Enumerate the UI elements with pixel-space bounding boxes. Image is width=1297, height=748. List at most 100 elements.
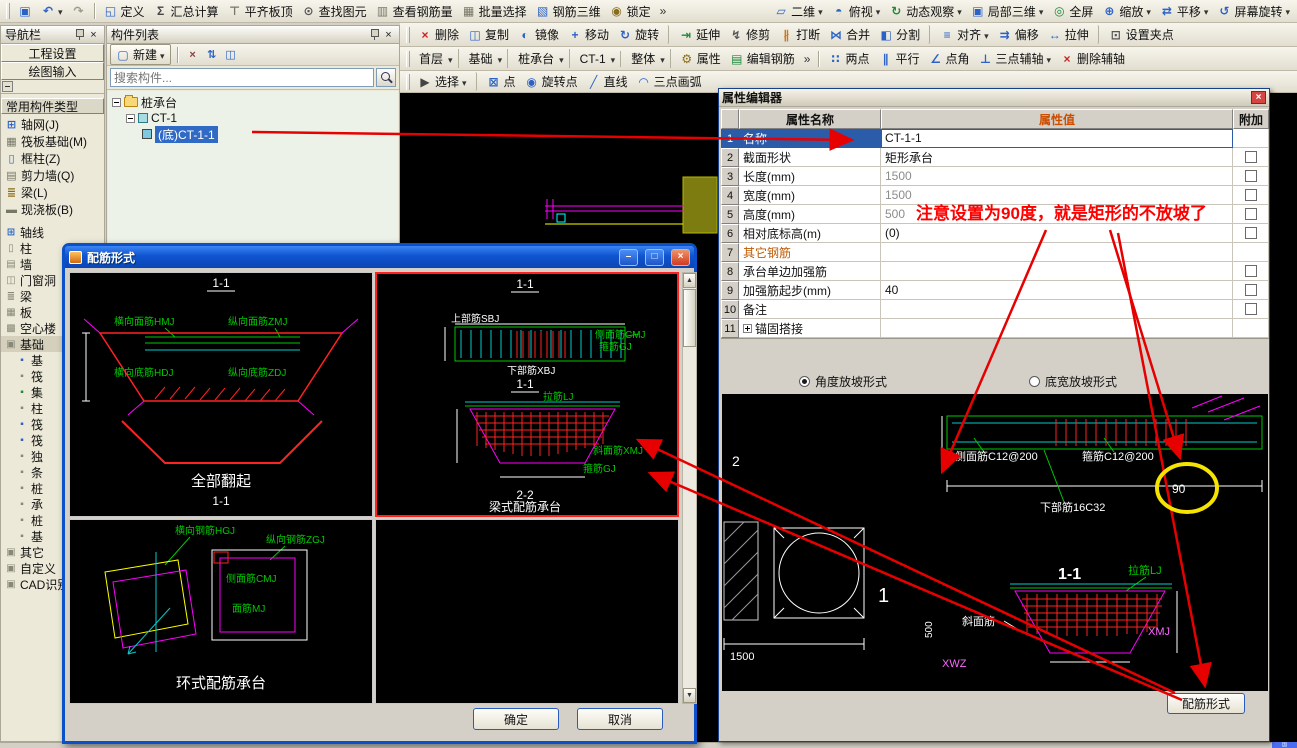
type-combo[interactable]: 桩承台 (513, 49, 570, 68)
overflow-chevron[interactable]: » (656, 4, 671, 18)
dropdown-arrow-icon[interactable] (660, 52, 665, 66)
rebar-style-option-beam-selected[interactable]: 1-1 上部筋SBJ 侧面筋CMJ 箍筋GJ 下部筋XBJ 1-1 拉筋LJ 斜… (375, 272, 679, 517)
property-value-cell[interactable] (881, 243, 1233, 262)
dropdown-arrow-icon[interactable] (448, 52, 453, 66)
category-combo[interactable]: 基础 (464, 49, 509, 68)
property-value-cell[interactable]: 1500 (881, 186, 1233, 205)
close-icon[interactable] (87, 29, 100, 41)
properties-button[interactable]: ⚙ 属性 (676, 49, 725, 68)
pin-icon[interactable] (370, 29, 379, 40)
dropdown-arrow-icon[interactable] (1285, 4, 1290, 18)
extend-button[interactable]: ⇥ 延伸 (675, 25, 724, 44)
sort-components-icon[interactable]: ⇅ (204, 47, 220, 63)
tab-project-settings[interactable]: 工程设置 (1, 44, 104, 62)
nav-item-frame-column[interactable]: ▯ 框柱(Z) (1, 150, 104, 167)
collapse-icon[interactable] (2, 81, 13, 92)
nav-item-axis-net[interactable]: ⊞ 轴网(J) (1, 116, 104, 133)
new-component-button[interactable]: ▢ 新建 (110, 44, 171, 65)
cat-axis[interactable]: ⊞ 轴线 (1, 224, 104, 240)
toolbar-grip[interactable] (6, 3, 10, 19)
dropdown-arrow-icon[interactable] (876, 4, 881, 18)
local-3d-button[interactable]: ▣ 局部三维 (967, 2, 1048, 21)
property-value-cell[interactable] (881, 300, 1233, 319)
rebar-style-option-all-bent[interactable]: 1-1 横向面筋HMJ 纵向面筋ZMJ 横向底筋HDJ 纵向底筋ZDJ 全部翻起 (69, 272, 373, 517)
column-header-value[interactable]: 属性值 (881, 109, 1233, 129)
mirror-button[interactable]: ◐ 镜像 (514, 25, 563, 44)
scrollbar-thumb[interactable] (683, 289, 696, 347)
dropdown-arrow-icon[interactable] (1039, 4, 1044, 18)
toolbar-grip[interactable] (406, 50, 410, 67)
dropdown-arrow-icon[interactable] (818, 4, 823, 18)
scroll-down-icon[interactable] (683, 688, 696, 703)
extra-checkbox[interactable] (1244, 151, 1257, 163)
join-button[interactable]: ⋈ 合并 (825, 25, 874, 44)
top-view-button[interactable]: ◓ 俯视 (828, 2, 885, 21)
fullscreen-button[interactable]: ◎ 全屏 (1048, 2, 1097, 21)
nav-item-shear-wall[interactable]: ▤ 剪力墙(Q) (1, 167, 104, 184)
相对底标高(m)[interactable]: 6 相对底标高(m) (0) (721, 224, 1269, 243)
search-icon[interactable] (376, 68, 396, 87)
dropdown-arrow-icon[interactable] (160, 48, 165, 62)
parallel-button[interactable]: ∥ 平行 (874, 49, 923, 68)
grip-settings-button[interactable]: ⊡ 设置夹点 (1105, 25, 1178, 44)
property-value-cell[interactable] (881, 319, 1233, 338)
property-value-cell[interactable]: 40 (881, 281, 1233, 300)
长度(mm)[interactable]: 3 长度(mm) 1500 (721, 167, 1269, 186)
property-editor-titlebar[interactable]: 属性编辑器 (719, 89, 1269, 107)
find-element-button[interactable]: ⊙ 查找图元 (298, 2, 371, 21)
three-point-aux-button[interactable]: ⊥ 三点辅轴 (975, 49, 1056, 68)
line-draw-button[interactable]: ╱ 直线 (583, 72, 632, 91)
toolbar-grip[interactable] (406, 26, 410, 43)
batch-select-button[interactable]: ▦ 批量选择 (458, 2, 531, 21)
rotate-button[interactable]: ↻ 旋转 (614, 25, 670, 44)
rebar-style-option-ring[interactable]: 横向钢筋HGJ 纵向钢筋ZGJ 侧面筋CMJ 面筋MJ 环式配筋承台 (69, 519, 373, 704)
property-value-cell[interactable]: CT-1-1 (881, 129, 1233, 148)
备注[interactable]: 10 备注 (721, 300, 1269, 319)
pin-icon[interactable] (75, 29, 84, 40)
dropdown-arrow-icon[interactable] (957, 4, 962, 18)
extra-checkbox[interactable] (1244, 227, 1257, 239)
element-combo[interactable]: CT-1 (575, 50, 622, 67)
two-point-button[interactable]: ∷ 两点 (824, 49, 873, 68)
dropdown-arrow-icon[interactable] (498, 52, 503, 66)
search-input[interactable] (110, 68, 374, 87)
delete-button[interactable]: × 删除 (414, 25, 463, 44)
nav-item-slab[interactable]: ▬ 现浇板(B) (1, 201, 104, 218)
zoom-button[interactable]: ⊕ 缩放 (1098, 2, 1155, 21)
rebar-3d-button[interactable]: ▧ 钢筋三维 (532, 2, 605, 21)
tab-drawing-input[interactable]: 绘图输入 (1, 62, 104, 80)
floor-combo[interactable]: 首层 (414, 49, 459, 68)
expand-icon[interactable] (743, 323, 752, 333)
move-button[interactable]: + 移动 (564, 25, 613, 44)
close-icon[interactable] (382, 29, 395, 41)
加强筋起步(mm)[interactable]: 9 加强筋起步(mm) 40 (721, 281, 1269, 300)
dropdown-arrow-icon[interactable] (58, 4, 63, 18)
view-rebar-qty-button[interactable]: ▥ 查看钢筋量 (372, 2, 457, 21)
collapse-icon[interactable] (126, 113, 135, 123)
rebar-style-option-empty[interactable] (375, 519, 679, 704)
summary-calc-button[interactable]: Σ 汇总计算 (150, 2, 223, 21)
rebar-form-button[interactable]: 配筋形式 (1167, 693, 1245, 714)
copy-component-icon[interactable]: ◫ (223, 47, 239, 63)
extra-checkbox[interactable] (1244, 284, 1257, 296)
save-button[interactable]: ▣ (14, 3, 36, 19)
edit-rebar-button[interactable]: ▤ 编辑钢筋 (726, 49, 799, 68)
dropdown-arrow-icon[interactable] (611, 52, 616, 66)
column-header-extra[interactable]: 附加 (1233, 109, 1269, 129)
overflow-chevron[interactable]: » (800, 52, 815, 66)
common-types-header[interactable]: 常用构件类型 (1, 98, 104, 114)
minimize-icon[interactable] (619, 248, 638, 266)
align-button[interactable]: ≡ 对齐 (936, 25, 993, 44)
lock-button[interactable]: ◉ 锁定 (606, 2, 655, 21)
align-slab-top-button[interactable]: ⊤ 平齐板顶 (224, 2, 297, 21)
property-value-cell[interactable]: 1500 (881, 167, 1233, 186)
select-button[interactable]: ▶ 选择 (414, 72, 477, 91)
column-header-name[interactable]: 属性名称 (739, 109, 881, 129)
dropdown-arrow-icon[interactable] (559, 52, 564, 66)
extra-checkbox[interactable] (1244, 303, 1257, 315)
承台单边加强筋[interactable]: 8 承台单边加强筋 (721, 262, 1269, 281)
offset-button[interactable]: ⇉ 偏移 (994, 25, 1043, 44)
extra-checkbox[interactable] (1244, 208, 1257, 220)
tree-node-leaf-selected[interactable]: (底)CT-1-1 (108, 125, 398, 143)
view-2d-button[interactable]: ▱ 二维 (770, 2, 827, 21)
